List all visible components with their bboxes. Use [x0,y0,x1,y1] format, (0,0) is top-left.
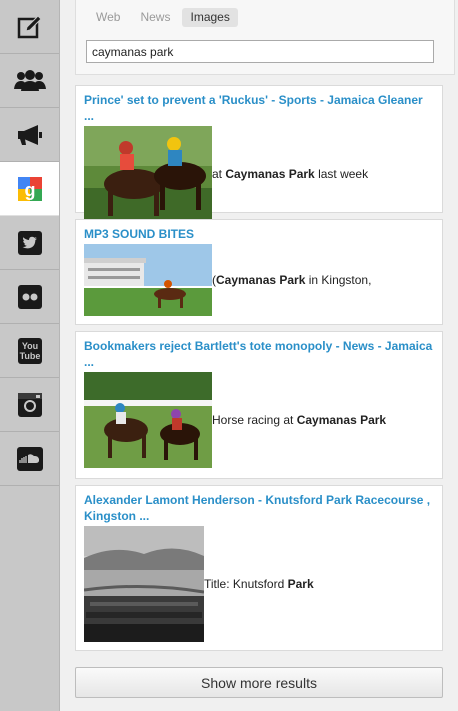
soundcloud-icon [16,446,43,471]
result-snippet: at Caymanas Park last week [212,167,368,181]
result-card: Bookmakers reject Bartlett's tote monopo… [75,331,443,479]
result-body: at Caymanas Park last week [84,126,434,222]
snippet-highlight: Caymanas Park [225,167,315,181]
search-panel: Web News Images [75,0,455,75]
sidebar-item-instagram[interactable] [0,378,59,432]
result-title[interactable]: Prince' set to prevent a 'Ruckus' - Spor… [84,92,434,124]
sidebar-item-flickr[interactable] [0,270,59,324]
result-title[interactable]: Bookmakers reject Bartlett's tote monopo… [84,338,434,370]
result-thumbnail[interactable] [84,244,212,316]
result-title[interactable]: Alexander Lamont Henderson - Knutsford P… [84,492,434,524]
result-thumbnail[interactable] [84,526,204,642]
sidebar-item-announce[interactable] [0,108,59,162]
result-snippet: Title: Knutsford Park [204,577,314,591]
youtube-label-bottom: Tube [19,351,40,361]
result-body: (Caymanas Park in Kingston, [84,244,434,316]
youtube-label-top: You [21,341,37,351]
tab-web[interactable]: Web [88,8,128,27]
sidebar: g You Tube [0,0,60,711]
group-icon [13,69,46,91]
search-input[interactable] [86,40,434,63]
tab-news[interactable]: News [132,8,178,27]
main-panel: Web News Images Prince' set to prevent a… [60,0,458,711]
result-card: Prince' set to prevent a 'Ruckus' - Spor… [75,85,443,222]
snippet-text: Horse racing at [212,413,297,427]
result-body: Horse racing at Caymanas Park [84,372,434,468]
snippet-text: in Kingston, [305,273,372,287]
sidebar-item-compose[interactable] [0,0,59,54]
svg-text:g: g [24,180,35,200]
show-more-button[interactable]: Show more results [75,667,443,698]
result-body: Title: Knutsford Park [84,526,434,642]
instagram-icon [17,392,42,417]
sidebar-item-people[interactable] [0,54,59,108]
sidebar-item-soundcloud[interactable] [0,432,59,486]
sidebar-item-youtube[interactable]: You Tube [0,324,59,378]
youtube-icon: You Tube [17,337,42,364]
sidebar-item-google[interactable]: g [0,162,59,216]
result-snippet: Horse racing at Caymanas Park [212,413,386,427]
result-title[interactable]: MP3 SOUND BITES [84,226,434,242]
sidebar-item-twitter[interactable] [0,216,59,270]
megaphone-icon [17,124,42,145]
result-card: MP3 SOUND BITES (Caymanas Park in Kingst… [75,219,443,325]
tab-images[interactable]: Images [182,8,238,27]
snippet-highlight: Caymanas Park [216,273,306,287]
snippet-text: at [212,167,226,181]
snippet-highlight: Park [287,577,314,591]
snippet-text: Title: Knutsford [204,577,288,591]
snippet-highlight: Caymanas Park [296,413,387,427]
flickr-icon [17,284,42,309]
search-tabs: Web News Images [88,8,238,27]
result-card: Alexander Lamont Henderson - Knutsford P… [75,485,443,651]
pencil-edit-icon [17,14,42,38]
google-icon: g [17,176,42,201]
result-thumbnail[interactable] [84,372,212,468]
snippet-text: last week [314,167,369,181]
result-snippet: (Caymanas Park in Kingston, [212,273,371,287]
twitter-icon [17,230,42,255]
result-thumbnail[interactable] [84,126,212,222]
